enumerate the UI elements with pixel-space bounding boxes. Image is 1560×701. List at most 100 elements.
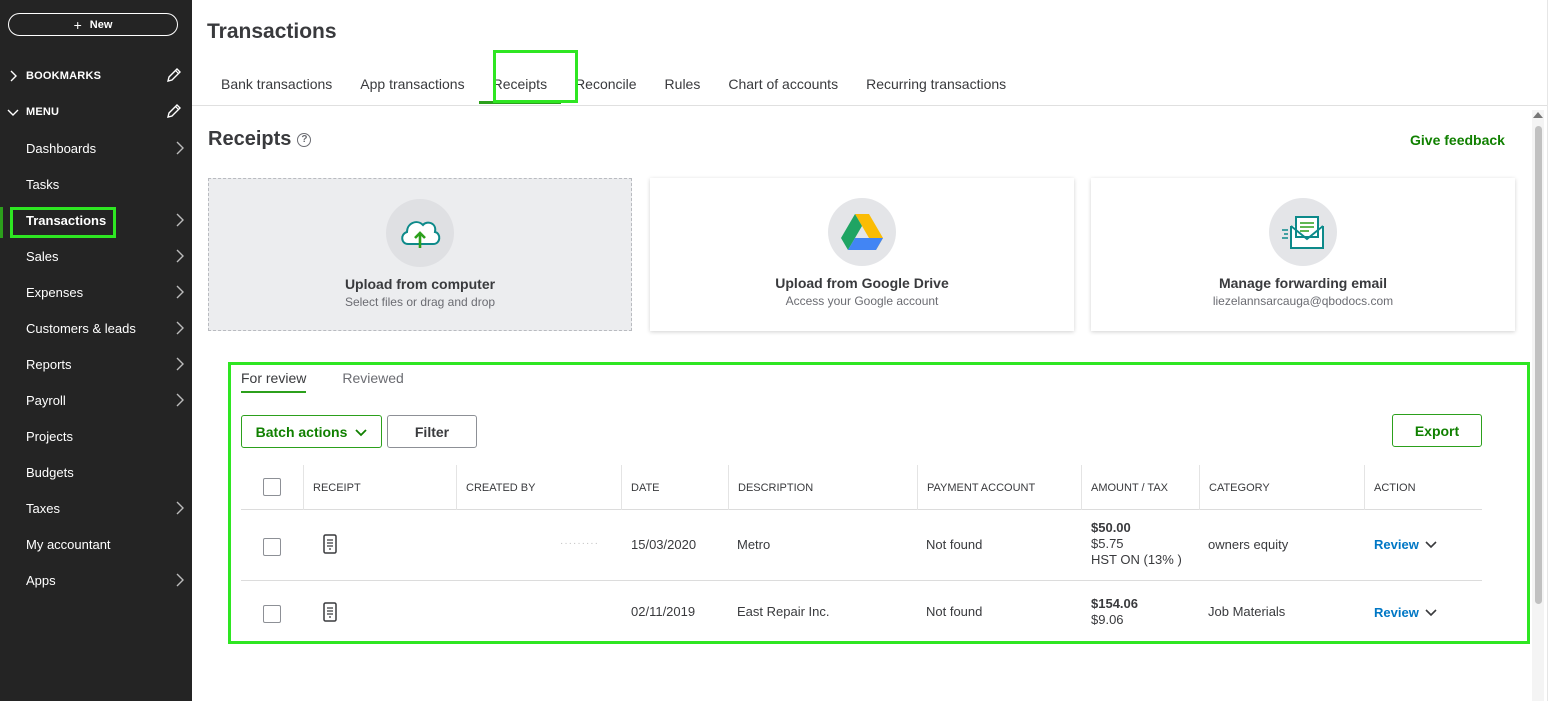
bookmarks-header[interactable]: BOOKMARKS xyxy=(0,64,192,88)
column-header-description[interactable]: DESCRIPTION xyxy=(728,465,813,510)
description-cell: East Repair Inc. xyxy=(737,604,830,619)
tab-bank-transactions[interactable]: Bank transactions xyxy=(207,68,346,100)
sidebar-item-budgets[interactable]: Budgets xyxy=(26,460,192,484)
review-label: Review xyxy=(1374,537,1419,552)
help-icon[interactable]: ? xyxy=(297,132,312,147)
created-by-cell: ········· xyxy=(560,538,599,549)
column-header-created-by[interactable]: CREATED BY xyxy=(456,465,535,510)
new-button-label: New xyxy=(89,18,113,31)
chevron-down-icon[interactable] xyxy=(1425,605,1437,620)
sidebar-item-label: Dashboards xyxy=(26,140,97,156)
amount-tax-cell: $50.00 $5.75 HST ON (13% ) xyxy=(1082,520,1182,568)
row-checkbox[interactable] xyxy=(263,538,281,556)
batch-actions-button[interactable]: Batch actions xyxy=(241,415,382,448)
plus-icon: + xyxy=(73,16,82,33)
column-header-payment-account[interactable]: PAYMENT ACCOUNT xyxy=(917,465,1035,510)
tab-recurring-transactions[interactable]: Recurring transactions xyxy=(852,68,1020,100)
sidebar-item-dashboards[interactable]: Dashboards xyxy=(26,136,192,160)
sidebar-item-apps[interactable]: Apps xyxy=(26,568,192,592)
tab-for-review[interactable]: For review xyxy=(241,370,307,393)
scroll-up-arrow-icon[interactable] xyxy=(1533,112,1543,118)
tab-rules[interactable]: Rules xyxy=(651,68,715,100)
card-subtitle: Select files or drag and drop xyxy=(344,295,496,309)
sidebar-item-label: Tasks xyxy=(26,176,60,192)
chevron-right-icon xyxy=(176,321,184,338)
tax-name: HST ON (13% ) xyxy=(1091,552,1182,567)
sidebar-item-sales[interactable]: Sales xyxy=(26,244,192,268)
card-subtitle: liezelannsarcauga@qbodocs.com xyxy=(1212,294,1394,308)
receipts-tab-highlight-box xyxy=(493,50,578,103)
right-gutter xyxy=(1547,0,1560,701)
sidebar-item-my-accountant[interactable]: My accountant xyxy=(26,532,192,556)
batch-actions-label: Batch actions xyxy=(255,423,348,440)
upload-from-computer-card[interactable]: Upload from computer Select files or dra… xyxy=(208,178,632,331)
row-checkbox[interactable] xyxy=(263,605,281,623)
tax-value: $5.75 xyxy=(1091,536,1124,551)
menu-header[interactable]: MENU xyxy=(0,100,192,124)
sidebar-item-payroll[interactable]: Payroll xyxy=(26,388,192,412)
description-cell: Metro xyxy=(737,537,771,552)
sidebar-item-expenses[interactable]: Expenses xyxy=(26,280,192,304)
sidebar-item-label: Taxes xyxy=(26,500,60,516)
give-feedback-link[interactable]: Give feedback xyxy=(1410,132,1505,148)
review-link[interactable]: Review xyxy=(1374,537,1437,552)
sidebar: + New BOOKMARKS MENU Dashboards Tasks Tr… xyxy=(0,0,192,701)
column-header-action: ACTION xyxy=(1364,465,1416,510)
card-subtitle: Access your Google account xyxy=(785,294,939,308)
action-cell: Review xyxy=(1365,537,1437,552)
column-header-date[interactable]: DATE xyxy=(621,465,660,510)
chevron-right-icon xyxy=(176,573,184,590)
table-row[interactable]: 02/11/2019 East Repair Inc. Not found $1… xyxy=(241,581,1482,643)
chevron-right-icon xyxy=(176,285,184,302)
sidebar-item-label: Customers & leads xyxy=(26,320,136,336)
header-divider xyxy=(192,105,1547,106)
select-all-checkbox[interactable] xyxy=(263,478,281,496)
chevron-down-icon xyxy=(0,108,26,116)
edit-menu-pencil-icon[interactable] xyxy=(166,103,182,122)
table-row[interactable]: ········· 15/03/2020 Metro Not found $50… xyxy=(241,510,1482,581)
sidebar-item-label: Sales xyxy=(26,248,59,264)
card-title: Manage forwarding email xyxy=(1218,275,1388,291)
edit-bookmarks-pencil-icon[interactable] xyxy=(166,67,182,86)
column-header-receipt[interactable]: RECEIPT xyxy=(303,465,361,510)
sidebar-item-label: Budgets xyxy=(26,464,74,480)
amount-value: $50.00 xyxy=(1091,520,1131,535)
amount-tax-cell: $154.06 $9.06 xyxy=(1082,596,1138,628)
column-header-amount-tax[interactable]: AMOUNT / TAX xyxy=(1081,465,1168,510)
date-cell: 02/11/2019 xyxy=(631,604,696,619)
tab-app-transactions[interactable]: App transactions xyxy=(346,68,478,100)
tab-chart-of-accounts[interactable]: Chart of accounts xyxy=(714,68,852,100)
upload-from-google-drive-card[interactable]: Upload from Google Drive Access your Goo… xyxy=(650,178,1074,331)
review-link[interactable]: Review xyxy=(1374,605,1437,620)
review-tabs: For review Reviewed xyxy=(241,370,404,393)
sidebar-item-label: Expenses xyxy=(26,284,84,300)
receipt-thumbnail-icon[interactable] xyxy=(313,602,338,622)
page-title: Transactions xyxy=(207,20,337,43)
new-button[interactable]: + New xyxy=(8,13,178,36)
tab-reviewed[interactable]: Reviewed xyxy=(342,370,403,392)
menu-label: MENU xyxy=(26,106,60,118)
sidebar-item-label: Apps xyxy=(26,572,56,588)
chevron-down-icon xyxy=(355,424,368,440)
chevron-right-icon xyxy=(176,393,184,410)
column-header-category[interactable]: CATEGORY xyxy=(1199,465,1270,510)
manage-forwarding-email-card[interactable]: Manage forwarding email liezelannsarcaug… xyxy=(1091,178,1515,331)
receipts-heading: Receipts xyxy=(208,128,292,150)
scrollbar-thumb[interactable] xyxy=(1535,126,1542,604)
sidebar-item-taxes[interactable]: Taxes xyxy=(26,496,192,520)
sidebar-item-reports[interactable]: Reports xyxy=(26,352,192,376)
receipts-table: RECEIPT CREATED BY DATE DESCRIPTION PAYM… xyxy=(241,465,1482,643)
sidebar-item-projects[interactable]: Projects xyxy=(26,424,192,448)
card-title: Upload from Google Drive xyxy=(775,275,949,291)
sidebar-item-customers-leads[interactable]: Customers & leads xyxy=(26,316,192,340)
chevron-right-icon xyxy=(176,213,184,230)
sidebar-item-tasks[interactable]: Tasks xyxy=(26,172,192,196)
sidebar-item-label: Reports xyxy=(26,356,72,372)
chevron-down-icon[interactable] xyxy=(1425,537,1437,552)
filter-button[interactable]: Filter xyxy=(387,415,477,448)
export-button[interactable]: Export xyxy=(1392,414,1482,447)
cloud-upload-icon xyxy=(386,199,454,267)
receipt-thumbnail-icon[interactable] xyxy=(313,534,338,554)
amount-value: $154.06 xyxy=(1091,596,1138,611)
review-label: Review xyxy=(1374,605,1419,620)
